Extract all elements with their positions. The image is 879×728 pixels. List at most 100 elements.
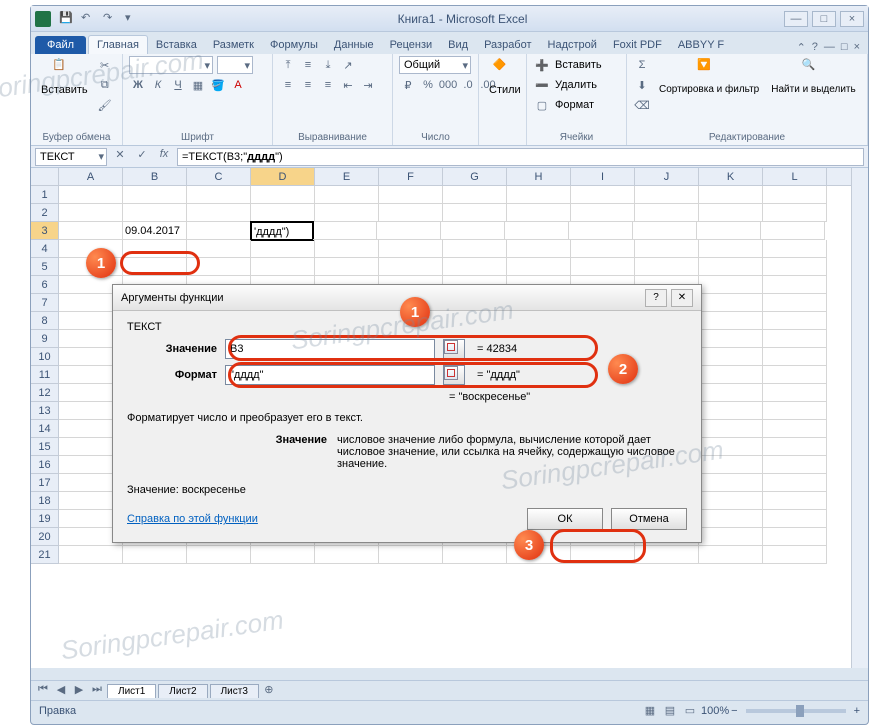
cell-L17[interactable] <box>763 474 827 492</box>
cell-L9[interactable] <box>763 330 827 348</box>
dev-tab[interactable]: Разработ <box>476 36 539 54</box>
cell-K1[interactable] <box>699 186 763 204</box>
home-tab[interactable]: Главная <box>88 35 148 54</box>
zoom-in-icon[interactable]: + <box>854 705 860 717</box>
cell-J1[interactable] <box>635 186 699 204</box>
cell-K6[interactable] <box>699 276 763 294</box>
number-format-combo[interactable]: Общий <box>399 56 471 74</box>
clear-icon[interactable]: ⌫ <box>633 96 651 114</box>
cell-K4[interactable] <box>699 240 763 258</box>
data-tab[interactable]: Данные <box>326 36 382 54</box>
cell-A1[interactable] <box>59 186 123 204</box>
cell-K11[interactable] <box>699 366 763 384</box>
doc-close-icon[interactable]: × <box>854 41 860 54</box>
cell-K18[interactable] <box>699 492 763 510</box>
row-header-21[interactable]: 21 <box>31 546 59 564</box>
delete-cells-icon[interactable]: ➖ <box>533 76 551 94</box>
indent-dec-icon[interactable]: ⇤ <box>339 76 357 94</box>
col-header-A[interactable]: A <box>59 168 123 185</box>
select-all-corner[interactable] <box>31 168 59 185</box>
cell-G1[interactable] <box>443 186 507 204</box>
col-header-B[interactable]: B <box>123 168 187 185</box>
cancel-formula-icon[interactable]: ✕ <box>111 148 129 166</box>
formula-input[interactable]: =ТЕКСТ(B3;"дддд") <box>177 148 864 166</box>
cell-G5[interactable] <box>443 258 507 276</box>
format-painter-icon[interactable]: 🖌 <box>96 96 114 114</box>
row-header-6[interactable]: 6 <box>31 276 59 294</box>
cell-K8[interactable] <box>699 312 763 330</box>
font-size-combo[interactable] <box>217 56 253 74</box>
new-sheet-icon[interactable]: ⊕ <box>261 683 277 699</box>
cell-E1[interactable] <box>315 186 379 204</box>
align-center-icon[interactable]: ≡ <box>299 76 317 94</box>
col-header-I[interactable]: I <box>571 168 635 185</box>
align-left-icon[interactable]: ≡ <box>279 76 297 94</box>
normal-view-icon[interactable]: ▦ <box>641 702 659 720</box>
row-header-19[interactable]: 19 <box>31 510 59 528</box>
indent-inc-icon[interactable]: ⇥ <box>359 76 377 94</box>
sheet-tab-3[interactable]: Лист3 <box>210 684 259 698</box>
cell-E5[interactable] <box>315 258 379 276</box>
cell-K20[interactable] <box>699 528 763 546</box>
cell-K9[interactable] <box>699 330 763 348</box>
cell-I2[interactable] <box>571 204 635 222</box>
cell-D5[interactable] <box>251 258 315 276</box>
cell-G2[interactable] <box>443 204 507 222</box>
undo-icon[interactable]: ↶ <box>81 11 97 27</box>
row-header-2[interactable]: 2 <box>31 204 59 222</box>
cell-F2[interactable] <box>379 204 443 222</box>
insert-cells-label[interactable]: Вставить <box>555 59 602 71</box>
row-header-11[interactable]: 11 <box>31 366 59 384</box>
cell-L21[interactable] <box>763 546 827 564</box>
cell-J5[interactable] <box>635 258 699 276</box>
sheet-nav-prev[interactable]: ◀ <box>53 683 69 699</box>
cell-K10[interactable] <box>699 348 763 366</box>
cell-B1[interactable] <box>123 186 187 204</box>
ribbon-minimize-icon[interactable]: ⌃ <box>797 41 806 54</box>
cell-K12[interactable] <box>699 384 763 402</box>
cell-L8[interactable] <box>763 312 827 330</box>
cell-B3[interactable]: 09.04.2017 <box>123 222 187 240</box>
cell-K3[interactable] <box>697 222 761 240</box>
zoom-out-icon[interactable]: − <box>731 705 737 717</box>
cell-B2[interactable] <box>123 204 187 222</box>
col-header-F[interactable]: F <box>379 168 443 185</box>
percent-icon[interactable]: % <box>419 76 437 94</box>
row-header-18[interactable]: 18 <box>31 492 59 510</box>
cell-F4[interactable] <box>379 240 443 258</box>
col-header-G[interactable]: G <box>443 168 507 185</box>
formulas-tab[interactable]: Формулы <box>262 36 326 54</box>
cancel-button[interactable]: Отмена <box>611 508 687 530</box>
vertical-scrollbar[interactable] <box>851 168 868 668</box>
copy-icon[interactable]: ⧉ <box>96 76 114 94</box>
foxit-tab[interactable]: Foxit PDF <box>605 36 670 54</box>
cell-K16[interactable] <box>699 456 763 474</box>
delete-cells-label[interactable]: Удалить <box>555 79 597 91</box>
cell-H2[interactable] <box>507 204 571 222</box>
enter-formula-icon[interactable]: ✓ <box>133 148 151 166</box>
cell-E4[interactable] <box>315 240 379 258</box>
help-icon[interactable]: ? <box>812 41 818 54</box>
cell-L2[interactable] <box>763 204 827 222</box>
sheet-nav-next[interactable]: ▶ <box>71 683 87 699</box>
cell-E2[interactable] <box>315 204 379 222</box>
cell-J2[interactable] <box>635 204 699 222</box>
row-header-12[interactable]: 12 <box>31 384 59 402</box>
cell-L13[interactable] <box>763 402 827 420</box>
cell-D4[interactable] <box>251 240 315 258</box>
cell-I4[interactable] <box>571 240 635 258</box>
doc-max-icon[interactable]: □ <box>841 41 848 54</box>
cell-G21[interactable] <box>443 546 507 564</box>
name-box[interactable]: ТЕКСТ <box>35 148 107 166</box>
inc-decimal-icon[interactable]: .0 <box>459 76 477 94</box>
col-header-C[interactable]: C <box>187 168 251 185</box>
cell-I1[interactable] <box>571 186 635 204</box>
cell-L5[interactable] <box>763 258 827 276</box>
styles-button[interactable]: 🔶Стили <box>485 56 525 98</box>
row-header-13[interactable]: 13 <box>31 402 59 420</box>
cell-D21[interactable] <box>251 546 315 564</box>
cell-C3[interactable] <box>187 222 251 240</box>
sheet-nav-first[interactable]: ⏮ <box>35 683 51 699</box>
comma-icon[interactable]: 000 <box>439 76 457 94</box>
col-header-L[interactable]: L <box>763 168 827 185</box>
